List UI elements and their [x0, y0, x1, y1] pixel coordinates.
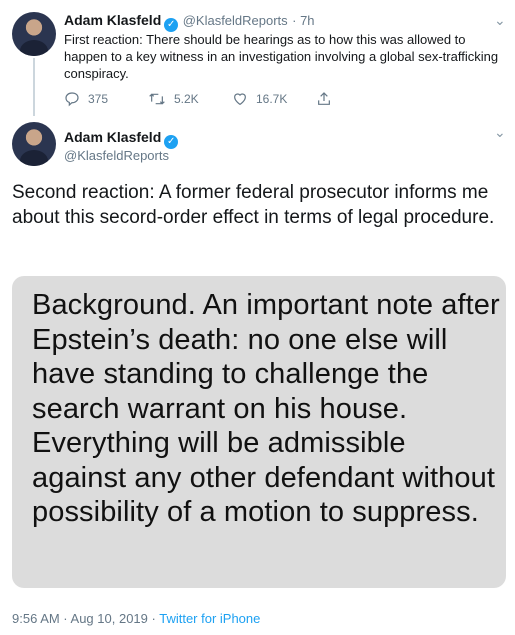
share-icon: [318, 92, 330, 105]
tweet1-header: Adam Klasfeld ✓ @KlasfeldReports · 7h: [64, 12, 503, 32]
reply-icon: [65, 92, 79, 107]
like-button[interactable]: 16.7K: [232, 91, 316, 107]
reply-count: 375: [88, 92, 109, 106]
message-screenshot-text: Background. An important note after Epst…: [32, 289, 500, 528]
verified-icon: ✓: [164, 18, 179, 32]
avatar[interactable]: [12, 12, 56, 56]
author-name[interactable]: Adam Klasfeld: [64, 12, 161, 28]
tweet-time[interactable]: · 7h: [292, 13, 314, 28]
tweet-source[interactable]: Twitter for iPhone: [159, 611, 260, 626]
author-handle[interactable]: @KlasfeldReports: [64, 148, 169, 163]
verified-icon: ✓: [164, 135, 179, 149]
author-handle[interactable]: @KlasfeldReports: [183, 13, 288, 28]
tweet-timestamp[interactable]: 9:56 AM · Aug 10, 2019: [12, 611, 148, 626]
like-count: 16.7K: [256, 92, 288, 106]
tweet2-header: Adam Klasfeld ✓: [64, 129, 179, 149]
tweet2-text: Second reaction: A former federal prosec…: [12, 182, 495, 228]
tweet1-actions: 375 5.2K 16.7K: [64, 91, 400, 107]
like-icon: [234, 93, 246, 106]
retweet-button[interactable]: 5.2K: [148, 91, 232, 107]
tweet-metadata: 9:56 AM · Aug 10, 2019 · Twitter for iPh…: [12, 611, 260, 626]
author-name[interactable]: Adam Klasfeld: [64, 129, 161, 145]
avatar[interactable]: [12, 122, 56, 166]
reply-button[interactable]: 375: [64, 91, 148, 107]
retweet-count: 5.2K: [174, 92, 199, 106]
chevron-down-icon[interactable]: ⌄: [494, 12, 506, 29]
tweet-media-image[interactable]: Background. An important note after Epst…: [12, 276, 506, 588]
retweet-icon: [149, 93, 165, 105]
tweet1-text: First reaction: There should be hearings…: [64, 32, 499, 81]
chevron-down-icon[interactable]: ⌄: [494, 124, 506, 141]
share-button[interactable]: [316, 91, 400, 107]
thread-connector: [33, 58, 35, 116]
meta-separator: ·: [147, 611, 160, 626]
